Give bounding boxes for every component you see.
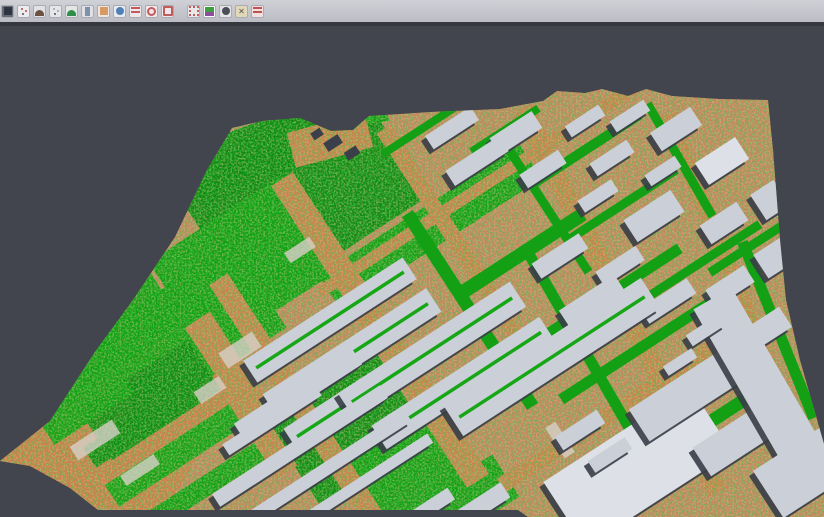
measure-icon: ✕	[238, 6, 245, 17]
select-points-icon	[53, 8, 55, 10]
viewport-3d[interactable]	[0, 26, 824, 517]
side-panel-icon[interactable]	[81, 5, 94, 18]
side-panel-icon	[85, 7, 90, 16]
grid-icon[interactable]	[187, 5, 200, 18]
orthophoto-icon[interactable]	[97, 5, 110, 18]
classification-map-icon	[205, 7, 214, 16]
dark-sphere-icon	[222, 7, 230, 15]
globe-icon[interactable]	[113, 5, 126, 18]
bounding-box-icon	[163, 6, 173, 16]
classification-map-icon[interactable]	[203, 5, 216, 18]
measure-icon[interactable]: ✕	[235, 5, 248, 18]
dark-sphere-icon[interactable]	[219, 5, 232, 18]
list-icon[interactable]	[129, 5, 142, 18]
point-cloud-icon[interactable]	[17, 5, 30, 18]
select-points-icon[interactable]	[49, 5, 62, 18]
terrain-icon[interactable]	[65, 5, 78, 18]
ruler-icon	[253, 7, 262, 15]
toolbar: ✕	[0, 0, 824, 26]
toolbar-separator	[177, 3, 184, 19]
mountain-icon	[35, 10, 44, 16]
globe-icon	[116, 7, 124, 15]
ruler-icon[interactable]	[251, 5, 264, 18]
mountain-icon[interactable]	[33, 5, 46, 18]
terrain-3d-scene	[0, 0, 824, 517]
list-icon	[131, 7, 140, 15]
layers-icon[interactable]	[1, 5, 14, 18]
target-icon	[147, 7, 156, 16]
target-icon[interactable]	[145, 5, 158, 18]
bounding-box-icon[interactable]	[161, 5, 174, 18]
layers-icon	[4, 7, 12, 15]
point-cloud-icon	[21, 8, 23, 10]
grid-icon	[189, 6, 199, 16]
orthophoto-icon	[100, 7, 108, 15]
terrain-icon	[67, 10, 76, 16]
